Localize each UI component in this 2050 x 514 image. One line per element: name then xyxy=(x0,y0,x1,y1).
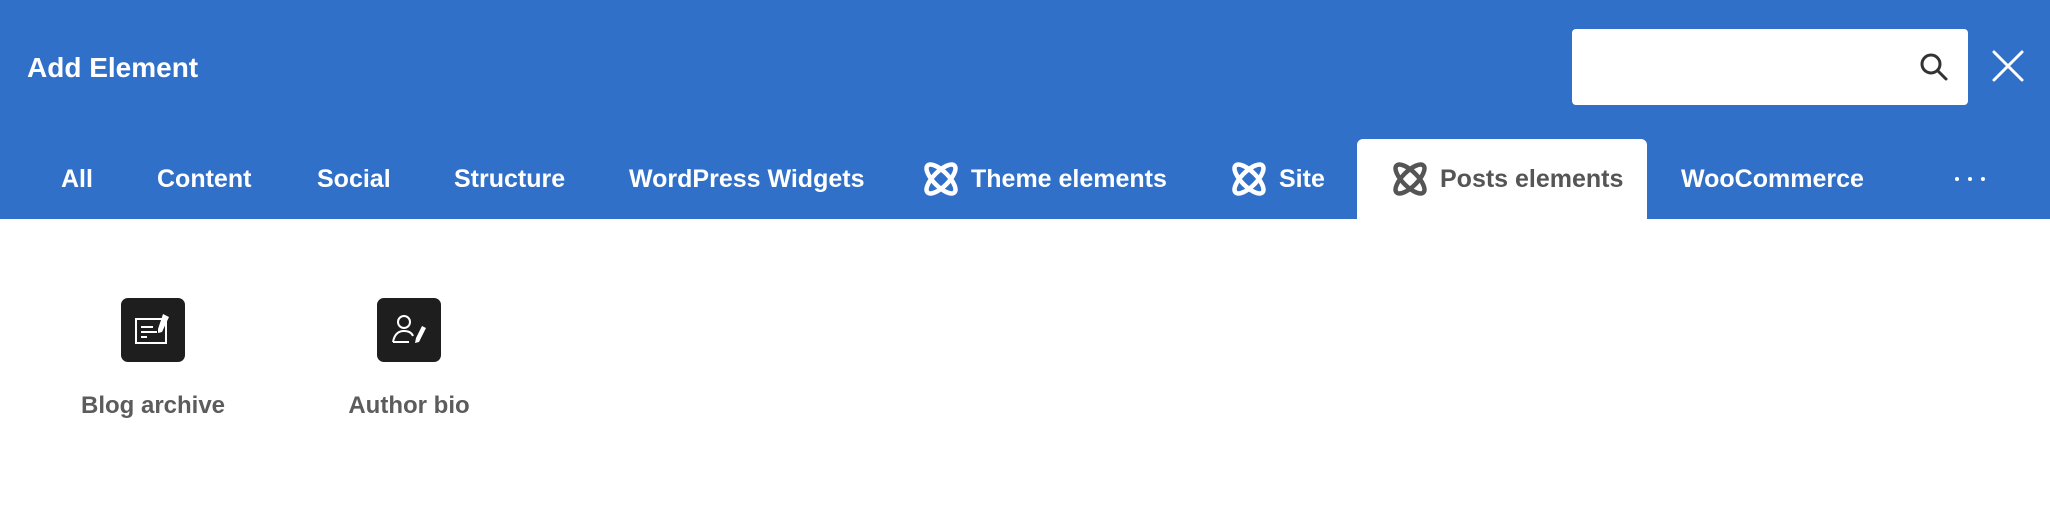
dot xyxy=(1968,177,1972,181)
tab-posts-elements[interactable]: Posts elements xyxy=(1357,139,1647,219)
tab-label: Posts elements xyxy=(1440,164,1624,193)
close-icon[interactable] xyxy=(1990,48,2026,84)
tab-label: Structure xyxy=(454,164,566,193)
tab-woocommerce[interactable]: WooCommerce xyxy=(1681,139,1864,219)
tab-label: All xyxy=(61,164,93,193)
search-box[interactable] xyxy=(1572,29,1968,105)
tab-wordpress-widgets[interactable]: WordPress Widgets xyxy=(629,139,864,219)
author-bio-icon xyxy=(377,298,441,362)
tab-label: WooCommerce xyxy=(1681,164,1864,193)
category-tabs: All Content Social Structure WordPress W… xyxy=(0,139,2050,219)
tab-label: WordPress Widgets xyxy=(629,164,865,193)
element-label: Blog archive xyxy=(80,392,226,419)
element-author-bio[interactable]: Author bio xyxy=(348,298,470,420)
more-dots-icon[interactable] xyxy=(1948,139,1992,219)
tab-label: Content xyxy=(157,164,252,193)
tab-structure[interactable]: Structure xyxy=(454,139,565,219)
tab-label: Site xyxy=(1279,164,1325,193)
element-blog-archive[interactable]: Blog archive xyxy=(81,298,225,420)
dot xyxy=(1955,177,1959,181)
tab-social[interactable]: Social xyxy=(317,139,391,219)
tab-all[interactable]: All xyxy=(61,139,93,219)
tab-content[interactable]: Content xyxy=(157,139,251,219)
tab-site[interactable]: Site xyxy=(1228,139,1325,219)
element-label: Author bio xyxy=(348,392,470,419)
atom-icon xyxy=(924,162,958,196)
dot xyxy=(1981,177,1985,181)
tab-theme-elements[interactable]: Theme elements xyxy=(920,139,1167,219)
search-icon[interactable] xyxy=(1918,51,1950,83)
add-element-header: Add Element All Content Social Structure… xyxy=(0,0,2050,219)
page-title: Add Element xyxy=(27,52,199,83)
atom-icon xyxy=(1393,162,1427,196)
atom-icon xyxy=(1232,162,1266,196)
search-input[interactable] xyxy=(1572,29,1912,105)
tab-label: Theme elements xyxy=(971,164,1167,193)
blog-archive-icon xyxy=(121,298,185,362)
tab-label: Social xyxy=(317,164,391,193)
